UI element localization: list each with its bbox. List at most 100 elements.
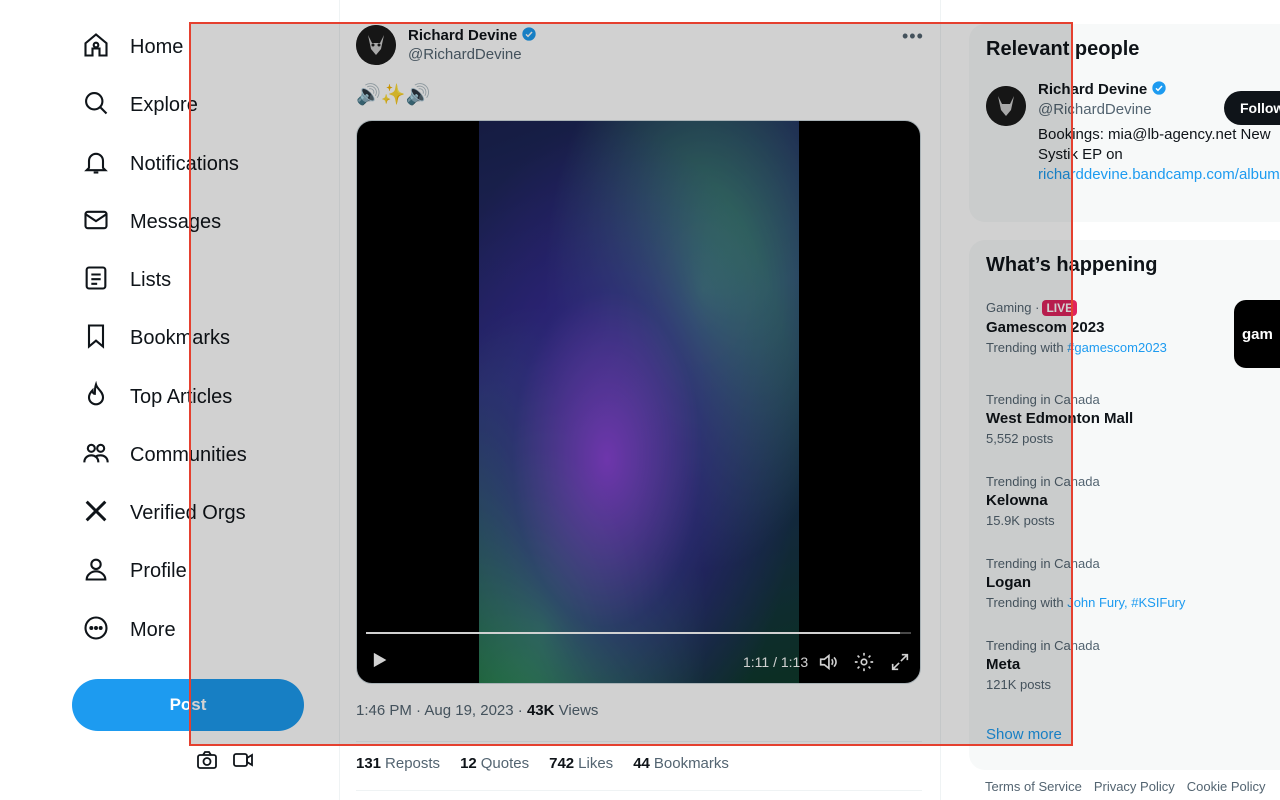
search-icon xyxy=(82,89,110,122)
nav-item-communities[interactable]: Communities xyxy=(82,435,247,475)
trend-title: Logan xyxy=(986,574,1031,591)
settings-gear-icon[interactable] xyxy=(853,651,875,678)
nav-item-lists[interactable]: Lists xyxy=(82,260,171,300)
divider xyxy=(356,790,922,791)
video-progress-bar[interactable] xyxy=(366,632,911,634)
bio-link[interactable]: richarddevine.bandcamp.com/album/systik xyxy=(1038,166,1280,183)
verified-badge-icon xyxy=(1152,81,1166,95)
media-toolbar xyxy=(195,748,255,777)
follow-button[interactable]: Follow xyxy=(1224,91,1280,125)
nav-label-communities: Communities xyxy=(130,443,247,466)
author-handle[interactable]: @RichardDevine xyxy=(408,46,522,63)
reposts-stat[interactable]: 131 Reposts xyxy=(356,755,440,772)
video-progress-fill xyxy=(366,632,901,634)
video-camera-icon[interactable] xyxy=(231,748,255,777)
flame-icon xyxy=(82,380,110,414)
nav-label-explore: Explore xyxy=(130,93,198,116)
bell-icon xyxy=(82,148,110,181)
likes-label: Likes xyxy=(578,755,614,772)
trend-context: Trending in Canada xyxy=(986,392,1100,407)
nav-label-top-articles: Top Articles xyxy=(130,385,233,408)
nav-label-more: More xyxy=(130,618,176,641)
meta-separator: · xyxy=(517,702,523,719)
trend-post-count: 121K posts xyxy=(986,677,1052,692)
relevant-person-bio: Bookings: mia@lb-agency.net New Systik E… xyxy=(1038,125,1280,185)
relevant-person-avatar[interactable] xyxy=(986,86,1026,126)
nav-label-profile: Profile xyxy=(130,559,187,582)
bookmarks-label: Bookmarks xyxy=(653,755,729,772)
people-icon xyxy=(82,439,110,472)
live-badge: LIVE xyxy=(1042,300,1078,316)
nav-item-top-articles[interactable]: Top Articles xyxy=(82,377,232,417)
nav-label-bookmarks: Bookmarks xyxy=(130,326,231,349)
show-more-link[interactable]: Show more xyxy=(986,726,1062,743)
nav-item-profile[interactable]: Profile xyxy=(82,551,187,591)
bookmark-icon xyxy=(82,322,110,355)
quotes-label: Quotes xyxy=(480,755,530,772)
author-name-text: Richard Devine xyxy=(408,27,518,44)
nav-item-verified-orgs[interactable]: Verified Orgs xyxy=(82,493,246,533)
divider xyxy=(356,741,922,742)
footer-link-cookies[interactable]: Cookie Policy xyxy=(1187,779,1266,794)
trend-title: Kelowna xyxy=(986,492,1048,509)
tweet-meta: 1:46 PM · Aug 19, 2023 · 43K Views xyxy=(356,702,598,719)
home-icon xyxy=(82,31,110,64)
views-count: 43K xyxy=(526,702,555,719)
trend-hashtag-link[interactable]: John Fury, #KSIFury xyxy=(1067,595,1185,610)
nav-item-more[interactable]: More xyxy=(82,610,176,650)
relevant-person-handle[interactable]: @RichardDevine xyxy=(1038,101,1152,118)
post-button[interactable]: Post xyxy=(72,679,304,731)
fullscreen-icon[interactable] xyxy=(889,651,911,678)
trend-item[interactable]: Trending in Canada Logan Trending with J… xyxy=(986,556,1280,610)
relevant-people-card: Relevant people Richard Devine @RichardD… xyxy=(969,24,1280,222)
play-icon[interactable] xyxy=(370,651,388,674)
more-circle-icon xyxy=(82,614,110,647)
trend-item[interactable]: Trending in Canada Kelowna 15.9K posts xyxy=(986,474,1280,528)
likes-stat[interactable]: 742 Likes xyxy=(549,755,613,772)
nav-label-verified-orgs: Verified Orgs xyxy=(130,501,246,524)
nav-item-messages[interactable]: Messages xyxy=(82,202,221,242)
nav-item-explore[interactable]: Explore xyxy=(82,85,198,125)
tweet-timestamp[interactable]: 1:46 PM · Aug 19, 2023 xyxy=(356,702,514,719)
trend-context: Trending in Canada xyxy=(986,638,1100,653)
quotes-stat[interactable]: 12 Quotes xyxy=(460,755,529,772)
relevant-person-name[interactable]: Richard Devine xyxy=(1038,80,1167,98)
volume-icon[interactable] xyxy=(817,651,839,678)
trend-sub-prefix: Trending with xyxy=(986,340,1064,355)
nav-item-bookmarks[interactable]: Bookmarks xyxy=(82,318,230,358)
footer-link-terms[interactable]: Terms of Service xyxy=(985,779,1082,794)
author-name[interactable]: Richard Devine xyxy=(408,26,537,44)
nav-label-home: Home xyxy=(130,35,184,58)
nav-label-lists: Lists xyxy=(130,268,172,291)
trend-item[interactable]: Trending in Canada Meta 121K posts xyxy=(986,638,1280,692)
trend-item[interactable]: Trending in Canada West Edmonton Mall 5,… xyxy=(986,392,1280,446)
nav-item-home[interactable]: Home xyxy=(82,27,183,67)
footer-links: Terms of Service Privacy Policy Cookie P… xyxy=(985,779,1266,794)
tweet-stats: 131 Reposts 12 Quotes 742 Likes 44 Bookmarks xyxy=(356,755,729,772)
nav-label-notifications: Notifications xyxy=(130,152,239,175)
bookmarks-count: 44 xyxy=(633,755,650,772)
camera-icon[interactable] xyxy=(195,748,219,777)
relevant-people-title: Relevant people xyxy=(986,38,1140,60)
nav-item-notifications[interactable]: Notifications xyxy=(82,144,239,184)
whats-happening-card: What’s happening Gaming · LIVE Gamescom 2… xyxy=(969,240,1280,770)
bookmarks-stat[interactable]: 44 Bookmarks xyxy=(633,755,729,772)
trend-post-count: 5,552 posts xyxy=(986,431,1054,446)
envelope-icon xyxy=(82,206,110,239)
whats-happening-title: What’s happening xyxy=(986,254,1158,276)
bio-text: Bookings: mia@lb-agency.net New Systik E… xyxy=(1038,126,1271,163)
trend-title: West Edmonton Mall xyxy=(986,410,1134,427)
reposts-count: 131 xyxy=(356,755,382,772)
verified-badge-icon xyxy=(522,27,536,41)
author-avatar[interactable] xyxy=(356,25,396,65)
video-player[interactable]: 1:11 / 1:13 xyxy=(356,120,921,684)
more-options-icon[interactable]: ••• xyxy=(902,26,924,47)
x-logo-icon xyxy=(82,497,110,530)
quotes-count: 12 xyxy=(460,755,477,772)
reposts-label: Reposts xyxy=(385,755,441,772)
trend-context: Trending in Canada xyxy=(986,474,1100,489)
trend-hashtag-link[interactable]: #gamescom2023 xyxy=(1067,340,1167,355)
trend-thumbnail[interactable]: gam xyxy=(1234,300,1280,368)
footer-link-privacy[interactable]: Privacy Policy xyxy=(1094,779,1175,794)
views-label: Views xyxy=(558,702,599,719)
